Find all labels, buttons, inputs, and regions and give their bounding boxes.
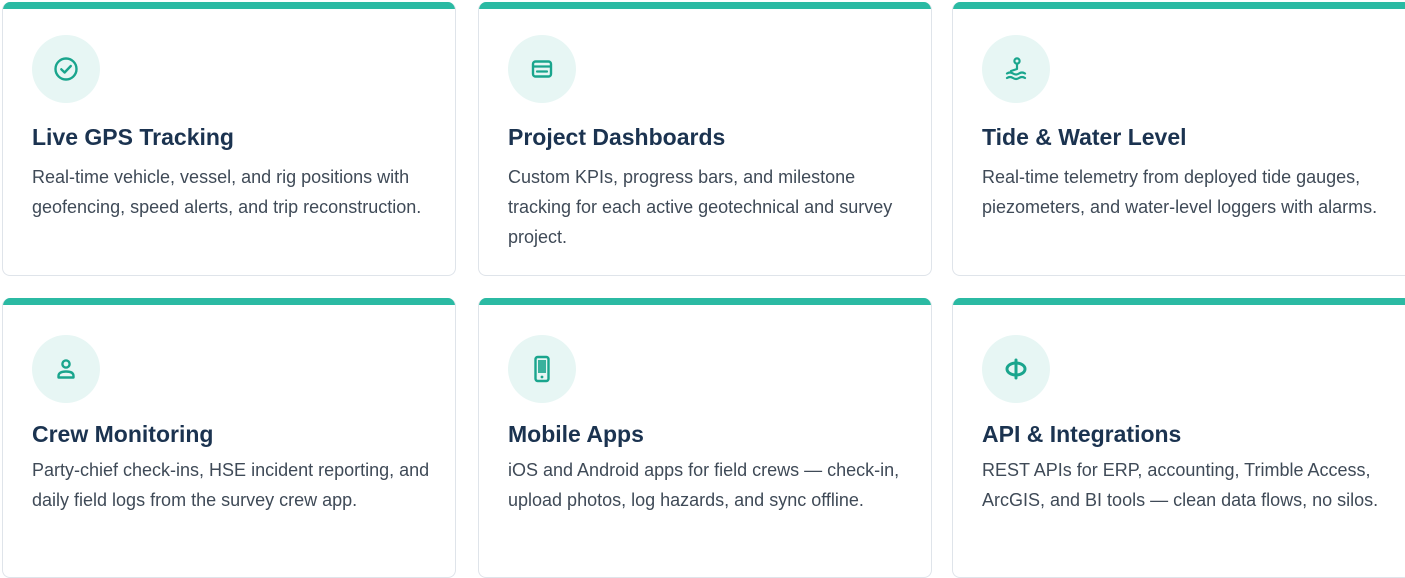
card-accent-bar	[3, 298, 455, 305]
feature-card-crew-monitoring: Crew Monitoring Party-chief check-ins, H…	[2, 298, 456, 578]
check-circle-icon	[32, 35, 100, 103]
feature-description: Party-chief check-ins, HSE incident repo…	[32, 460, 430, 510]
feature-card-gps-tracking: Live GPS Tracking Real-time vehicle, ves…	[2, 2, 456, 276]
feature-card-api-integrations: API & Integrations REST APIs for ERP, ac…	[952, 298, 1405, 578]
feature-title: Tide & Water Level	[982, 124, 1187, 150]
card-accent-bar	[3, 2, 455, 9]
feature-title: API & Integrations	[982, 421, 1182, 447]
feature-title: Project Dashboards	[508, 124, 726, 150]
feature-title: Live GPS Tracking	[32, 124, 234, 150]
card-accent-bar	[479, 2, 931, 9]
swimmer-water-icon	[982, 35, 1050, 103]
feature-title: Mobile Apps	[508, 421, 644, 447]
feature-description: Real-time vehicle, vessel, and rig posit…	[32, 167, 422, 217]
feature-title: Crew Monitoring	[32, 421, 214, 447]
user-icon	[32, 335, 100, 403]
feature-card-project-dashboards: Project Dashboards Custom KPIs, progress…	[478, 2, 932, 276]
card-accent-bar	[953, 298, 1405, 305]
card-accent-bar	[953, 2, 1405, 9]
feature-card-tide-water-level: Tide & Water Level Real-time telemetry f…	[952, 2, 1405, 276]
feature-description: Real-time telemetry from deployed tide g…	[982, 167, 1378, 217]
card-accent-bar	[479, 298, 931, 305]
feature-card-mobile-apps: Mobile Apps iOS and Android apps for fie…	[478, 298, 932, 578]
feature-description: iOS and Android apps for field crews — c…	[508, 460, 900, 510]
mobile-phone-icon	[508, 335, 576, 403]
dashboard-list-icon	[508, 35, 576, 103]
api-link-icon	[982, 335, 1050, 403]
feature-description: REST APIs for ERP, accounting, Trimble A…	[982, 460, 1379, 510]
feature-description: Custom KPIs, progress bars, and mileston…	[508, 167, 893, 247]
